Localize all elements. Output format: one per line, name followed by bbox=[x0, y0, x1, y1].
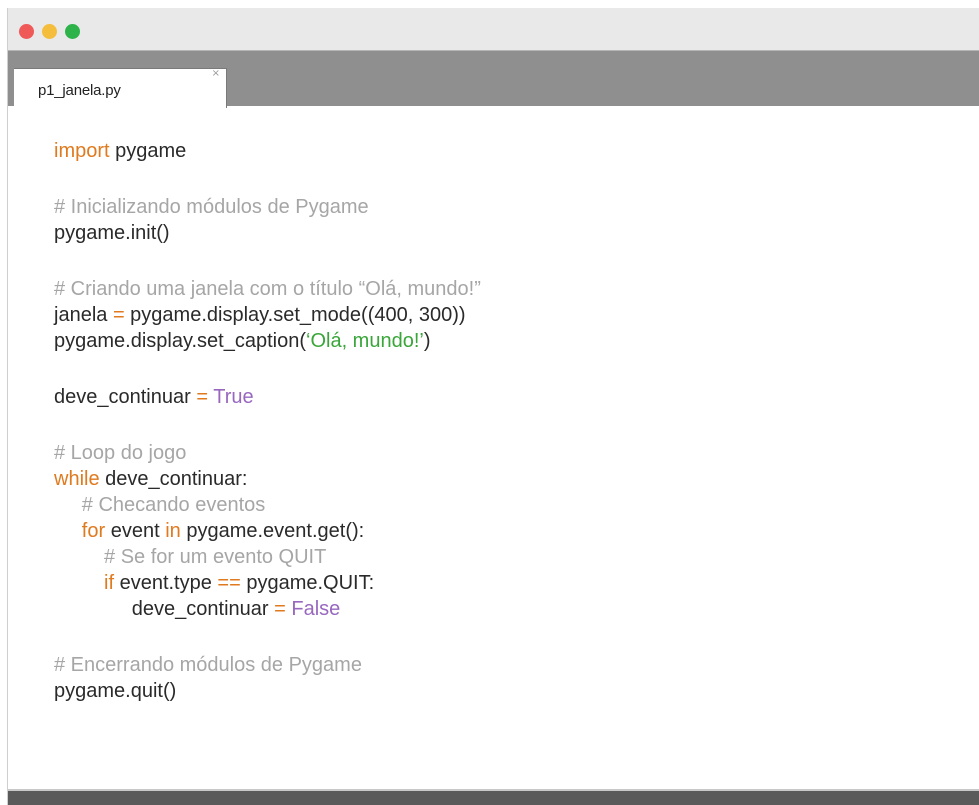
code-line: # Se for um evento QUIT bbox=[54, 544, 979, 570]
code-token-plain: pygame.QUIT: bbox=[240, 572, 375, 594]
code-line: import pygame bbox=[54, 138, 979, 164]
status-bar bbox=[8, 789, 979, 805]
code-token-plain: event.type bbox=[114, 572, 218, 594]
code-token-keyword: if bbox=[104, 572, 115, 594]
tab-close-icon[interactable]: × bbox=[212, 69, 220, 79]
code-line: pygame.quit() bbox=[54, 678, 979, 704]
code-line: pygame.display.set_caption(‘Olá, mundo!’… bbox=[54, 328, 979, 354]
code-token-plain: pygame.event.get(): bbox=[180, 520, 365, 542]
title-bar bbox=[8, 8, 979, 50]
code-line: pygame.init() bbox=[54, 220, 979, 246]
code-token-plain: pygame.display.set_mode((400, 300)) bbox=[124, 304, 466, 326]
close-window-button[interactable] bbox=[19, 24, 34, 39]
code-line: # Encerrando módulos de Pygame bbox=[54, 652, 979, 678]
code-token-comment: # Encerrando módulos de Pygame bbox=[54, 654, 362, 676]
code-token-plain: deve_continuar bbox=[54, 598, 275, 620]
code-token-comment: # Se for um evento QUIT bbox=[104, 546, 327, 568]
maximize-window-button[interactable] bbox=[65, 24, 80, 39]
code-line: # Loop do jogo bbox=[54, 440, 979, 466]
tab-p1-janela[interactable]: p1_janela.py × bbox=[14, 68, 227, 108]
code-line: # Criando uma janela com o título “Olá, … bbox=[54, 276, 979, 302]
code-token-keyword: for bbox=[81, 520, 106, 542]
code-token-op: = bbox=[274, 598, 286, 620]
code-token-plain: pygame.display.set_caption( bbox=[54, 330, 306, 352]
editor-window: p1_janela.py × import pygame # Inicializa… bbox=[7, 8, 979, 805]
code-token-constant: True bbox=[213, 386, 254, 408]
code-token-plain: deve_continuar bbox=[54, 386, 197, 408]
code-token-comment: # Loop do jogo bbox=[54, 442, 187, 464]
code-line: # Inicializando módulos de Pygame bbox=[54, 194, 979, 220]
code-token-plain: pygame.quit() bbox=[54, 680, 177, 702]
code-token-op: == bbox=[217, 572, 241, 594]
tab-label: p1_janela.py bbox=[38, 82, 121, 99]
code-line: for event in pygame.event.get(): bbox=[54, 518, 979, 544]
tab-bar: p1_janela.py × bbox=[8, 50, 979, 108]
code-token-op: = bbox=[112, 304, 125, 326]
code-token-keyword: import bbox=[54, 140, 110, 162]
code-token-plain: pygame.init() bbox=[54, 222, 170, 244]
code-token-keyword: while bbox=[54, 468, 100, 490]
code-line: deve_continuar = False bbox=[54, 596, 979, 622]
code-token-plain: janela bbox=[54, 304, 113, 326]
code-line: deve_continuar = True bbox=[54, 384, 979, 410]
code-editor[interactable]: import pygame # Inicializando módulos de … bbox=[54, 138, 979, 704]
code-token-comment: # Inicializando módulos de Pygame bbox=[54, 196, 369, 218]
code-line: while deve_continuar: bbox=[54, 466, 979, 492]
code-token-string: ‘Olá, mundo!’ bbox=[306, 330, 424, 352]
code-token-plain: event bbox=[105, 520, 166, 542]
code-token-op: = bbox=[196, 386, 209, 408]
code-token-plain: ) bbox=[423, 330, 431, 352]
code-line: janela = pygame.display.set_mode((400, 3… bbox=[54, 302, 979, 328]
code-token-plain: pygame bbox=[109, 140, 187, 162]
code-token-comment: # Checando eventos bbox=[81, 494, 266, 516]
minimize-window-button[interactable] bbox=[42, 24, 57, 39]
code-token-comment: # Criando uma janela com o título “Olá, … bbox=[54, 278, 481, 300]
code-token-keyword: in bbox=[165, 520, 181, 542]
code-token-constant: False bbox=[291, 598, 341, 620]
code-token-plain: deve_continuar: bbox=[99, 468, 248, 490]
code-line: # Checando eventos bbox=[54, 492, 979, 518]
code-line: if event.type == pygame.QUIT: bbox=[54, 570, 979, 596]
